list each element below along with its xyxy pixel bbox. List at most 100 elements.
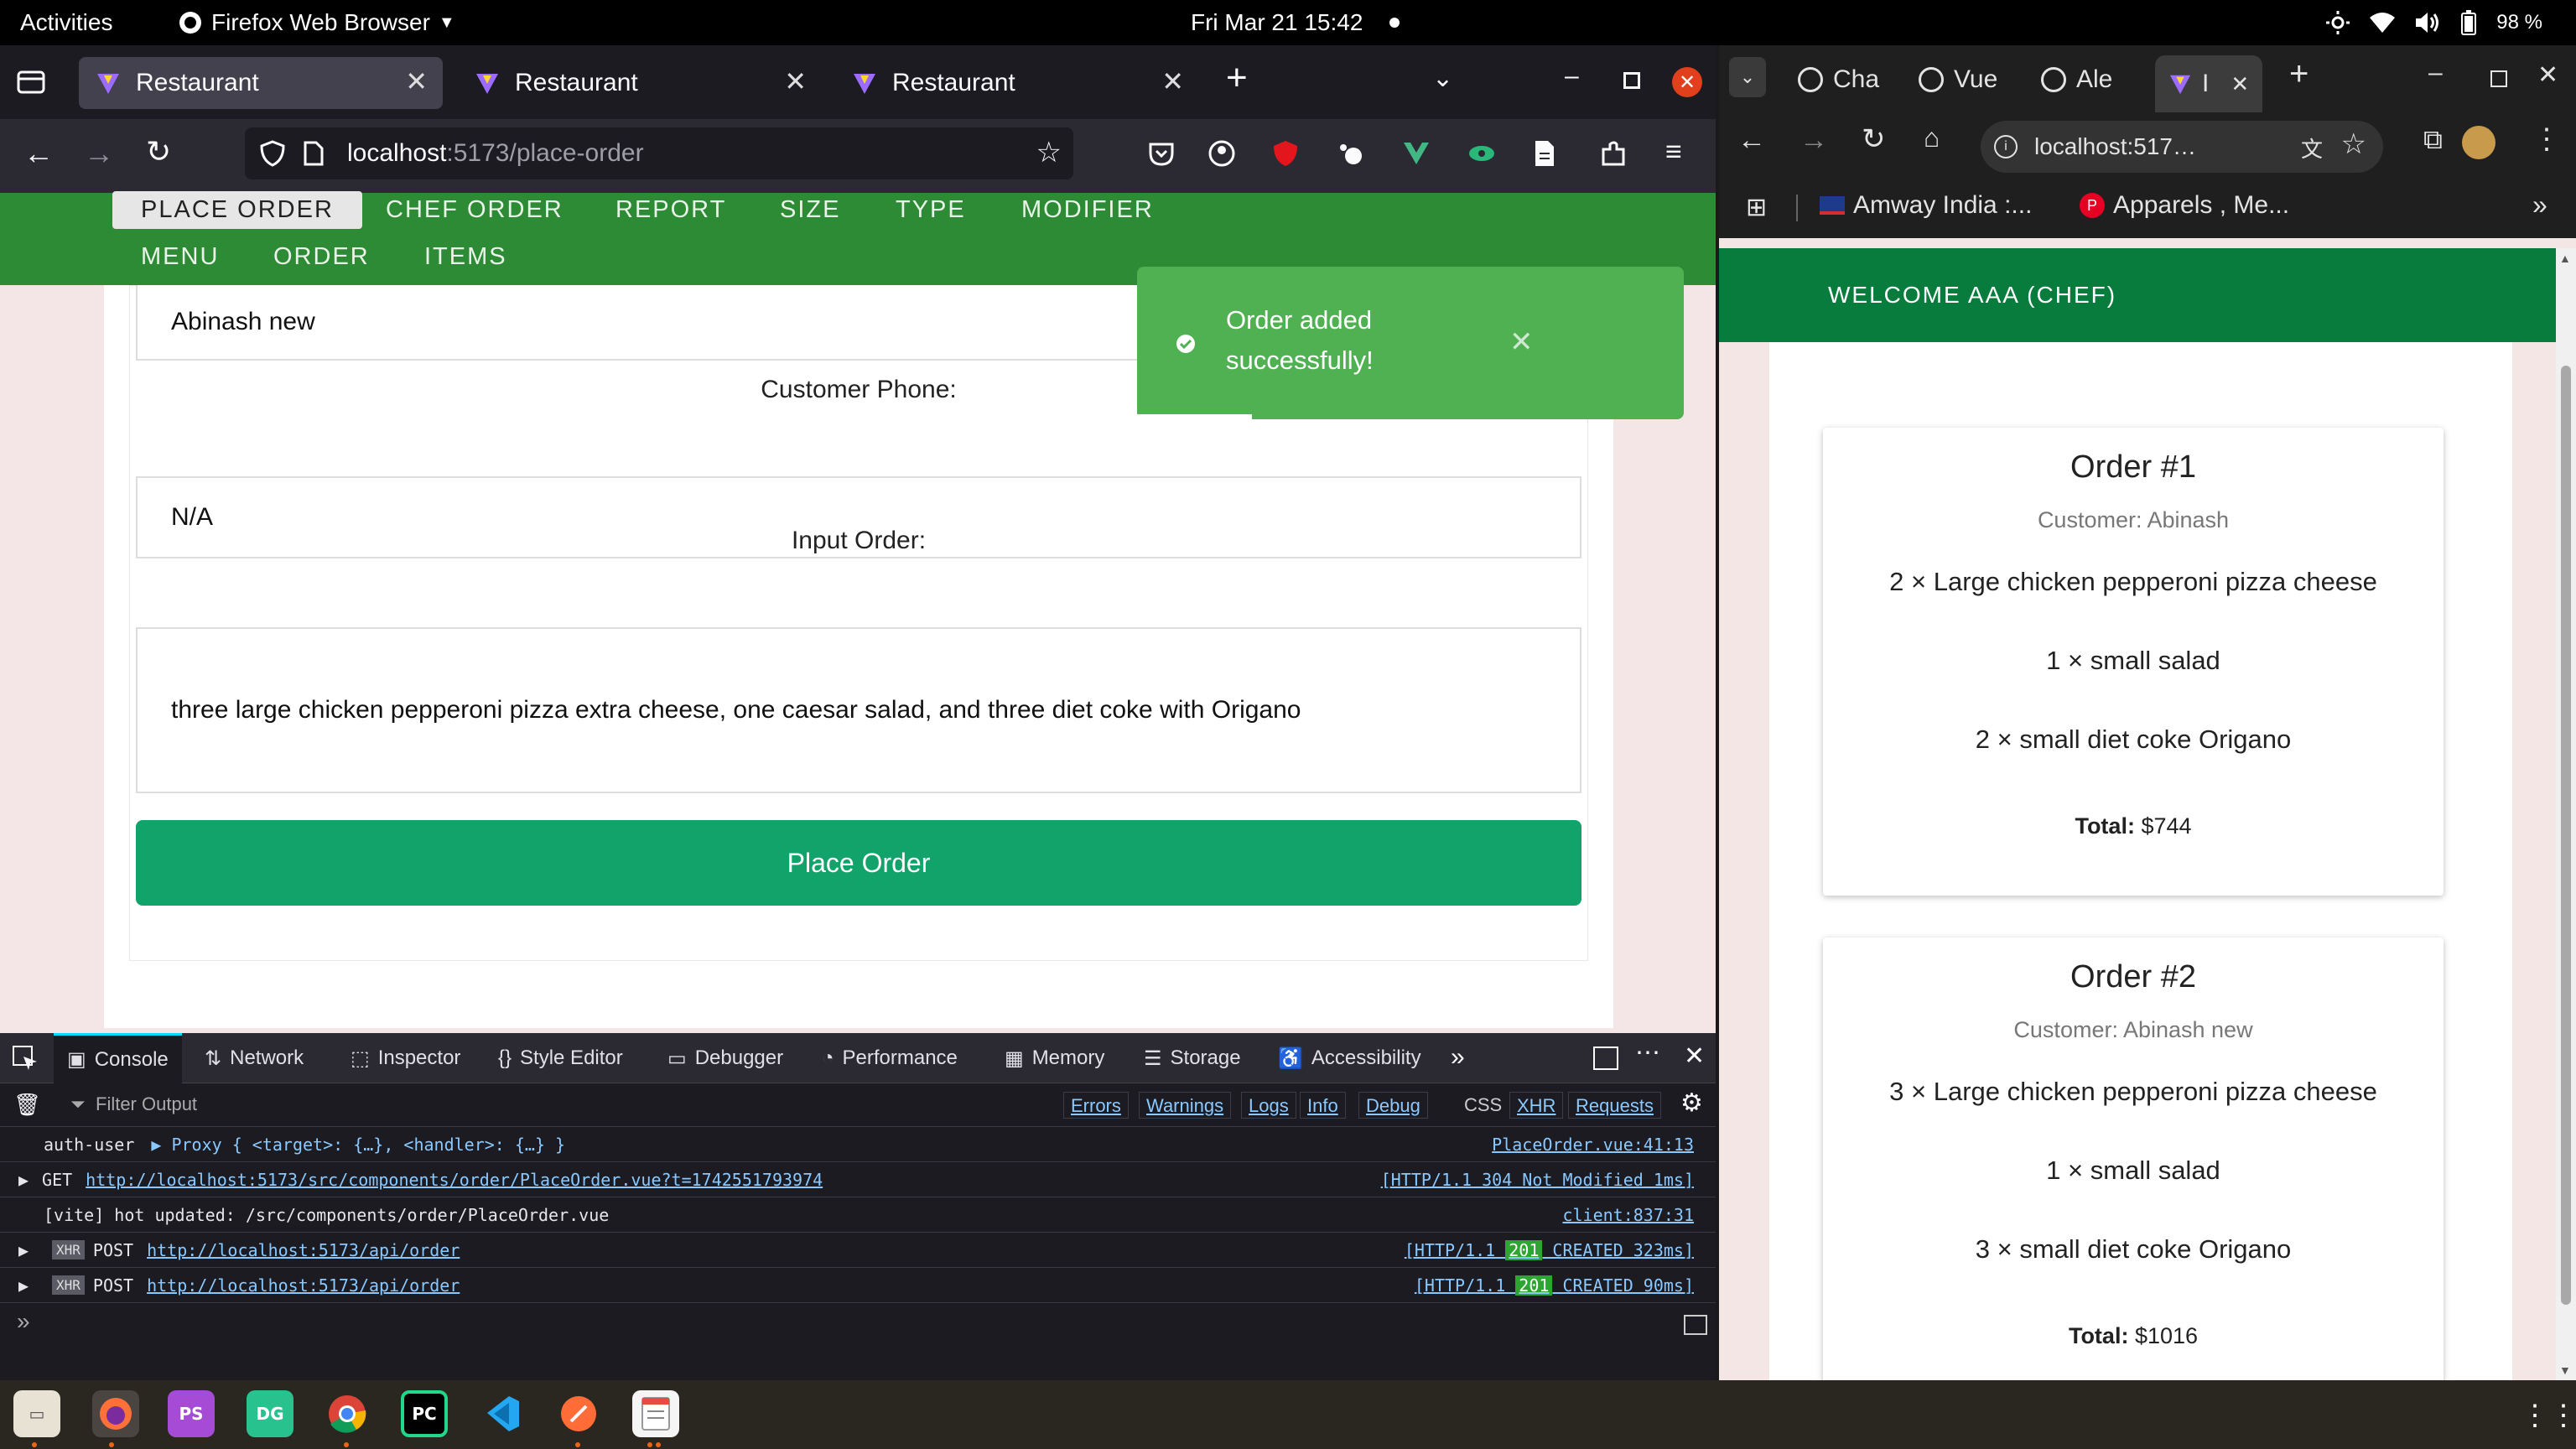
chrome-omnibox[interactable]: i localhost:517… 文 ☆ [1981,121,2383,173]
nav-size[interactable]: SIZE [780,196,840,224]
firefox-icon[interactable] [92,1390,139,1437]
new-tab-icon[interactable]: + [1226,57,1248,99]
filter-info[interactable]: Info [1300,1092,1346,1119]
close-devtools-icon[interactable]: ✕ [1684,1041,1705,1071]
console-input-prompt[interactable]: » [17,1308,30,1335]
back-icon[interactable]: ← [23,136,54,171]
menu-icon[interactable]: ≡ [1665,136,1682,169]
tab-inspector[interactable]: ⬚ Inspector [351,1033,460,1083]
close-icon[interactable]: ✕ [784,65,807,97]
nav-items[interactable]: ITEMS [424,243,507,271]
settings-gear-icon[interactable]: ⚙ [1680,1088,1703,1118]
order-card[interactable]: Order #2 Customer: Abinash new 3 × Large… [1823,937,2444,1380]
reload-icon[interactable]: ↻ [146,134,171,169]
translate-icon[interactable]: 文 [2301,132,2323,164]
filter-logs[interactable]: Logs [1241,1092,1296,1119]
firefox-tab-3[interactable]: Restaurant ✕ [835,57,1199,109]
log-status[interactable]: [HTTP/1.1 201 CREATED 90ms] [1415,1275,1694,1296]
vscode-icon[interactable] [478,1390,525,1437]
bookmark-star-icon[interactable]: ☆ [2341,127,2366,161]
nav-menu[interactable]: MENU [141,243,219,271]
list-all-tabs-icon[interactable]: ⌄ [1432,64,1453,93]
files-icon[interactable]: ▭ [13,1390,60,1437]
avatar[interactable] [2462,126,2496,159]
account-icon[interactable] [1208,139,1236,168]
tab-network[interactable]: ⇅ Network [205,1033,304,1083]
expand-arrow-icon[interactable]: ▶ [18,1240,29,1260]
new-tab-icon[interactable]: + [2289,55,2309,93]
filter-warnings[interactable]: Warnings [1139,1092,1232,1119]
clock[interactable]: Fri Mar 21 15:42 [1191,0,1400,45]
nav-order[interactable]: ORDER [273,243,370,271]
tab-performance[interactable]: ◔ Performance [822,1033,958,1083]
more-bookmarks-icon[interactable]: » [2532,190,2547,221]
maximize-icon[interactable] [2490,70,2507,87]
filter-requests[interactable]: Requests [1568,1092,1661,1119]
close-window-icon[interactable]: ✕ [2537,60,2558,90]
log-url[interactable]: http://localhost:5173/api/order [147,1275,460,1296]
extensions-icon[interactable]: ⧉ [2423,124,2443,156]
nav-place-order[interactable]: PLACE ORDER [112,191,362,229]
minimize-icon[interactable]: – [2428,59,2443,87]
scroll-down-icon[interactable]: ▼ [2559,1363,2571,1377]
filter-errors[interactable]: Errors [1063,1092,1129,1119]
tab-console[interactable]: ▣ Console [54,1033,182,1083]
maximize-icon[interactable] [1623,72,1640,89]
show-apps-icon[interactable]: ⋮⋮ [2521,1399,2576,1432]
app-menu[interactable]: Firefox Web Browser ▼ [178,0,455,45]
log-status[interactable]: [HTTP/1.1 201 CREATED 323ms] [1405,1239,1694,1260]
tab-search-icon[interactable]: ⌄ [1729,57,1766,97]
ublock-icon[interactable] [1271,139,1300,168]
menu-kebab-icon[interactable]: ⋮ [2532,122,2561,156]
log-status[interactable]: [HTTP/1.1 304 Not Modified 1ms] [1381,1170,1694,1190]
reload-icon[interactable]: ↻ [1862,122,1886,156]
apps-grid-icon[interactable]: ⊞ [1746,193,1767,222]
filter-input[interactable]: Filter Output [96,1093,197,1115]
back-icon[interactable]: ← [1737,124,1766,157]
firefox-view-icon[interactable] [17,69,45,96]
more-tabs-icon[interactable]: » [1451,1043,1465,1072]
pocket-icon[interactable] [1147,139,1176,168]
bookmark-apparels[interactable]: P Apparels , Me... [2080,191,2289,220]
log-url[interactable]: http://localhost:5173/api/order [147,1240,460,1260]
vue-devtools-icon[interactable] [1402,139,1431,168]
log-source[interactable]: client:837:31 [1562,1205,1694,1225]
postman-icon[interactable] [555,1390,602,1437]
place-order-button[interactable]: Place Order [136,820,1581,906]
close-icon[interactable]: ✕ [2231,71,2249,97]
expand-arrow-icon[interactable]: ▶ [18,1170,29,1190]
filter-xhr[interactable]: XHR [1509,1092,1564,1119]
log-object[interactable]: ▶ Proxy { <target>: {…}, <handler>: {…} … [151,1135,565,1155]
close-icon[interactable]: ✕ [405,65,428,97]
chrome-tab-1[interactable]: Cha [1798,55,1879,104]
filter-css[interactable]: CSS [1457,1092,1509,1119]
gnome-extension-icon[interactable] [1337,139,1365,168]
expand-arrow-icon[interactable]: ▶ [18,1275,29,1296]
bookmark-star-icon[interactable]: ☆ [1036,136,1062,169]
trash-icon[interactable]: 🗑 [13,1092,41,1118]
scrollbar-thumb[interactable] [2561,366,2571,1305]
phpstorm-icon[interactable]: PS [168,1390,215,1437]
home-icon[interactable]: ⌂ [1924,122,1940,153]
tab-accessibility[interactable]: ♿ Accessibility [1278,1033,1421,1083]
url-bar[interactable]: localhost:5173/place-order ☆ [245,127,1073,179]
sidebar-toggle-icon[interactable] [1684,1315,1707,1335]
eye-extension-icon[interactable] [1467,139,1496,168]
dock-icon[interactable] [1593,1046,1618,1070]
system-tray[interactable]: 98 % [2325,0,2542,45]
tab-style-editor[interactable]: {} Style Editor [498,1033,623,1083]
chrome-tab-2[interactable]: Vue [1919,55,1997,104]
close-window-icon[interactable]: ✕ [1672,67,1702,97]
tab-debugger[interactable]: ▭ Debugger [667,1033,783,1083]
order-card[interactable]: Order #1 Customer: Abinash 2 × Large chi… [1823,428,2444,896]
forward-icon[interactable]: → [1800,124,1828,157]
pick-element-icon[interactable] [12,1045,39,1072]
scrollbar[interactable]: ▲ ▼ [2556,248,2576,1380]
bookmark-amway[interactable]: Amway India :... [1820,191,2032,220]
firefox-tab-2[interactable]: Restaurant ✕ [458,57,822,109]
text-editor-icon[interactable] [632,1390,679,1437]
log-url[interactable]: http://localhost:5173/src/components/ord… [86,1170,823,1190]
tab-storage[interactable]: ☰ Storage [1144,1033,1241,1083]
nav-modifier[interactable]: MODIFIER [1021,196,1154,224]
minimize-icon[interactable]: – [1565,62,1579,91]
